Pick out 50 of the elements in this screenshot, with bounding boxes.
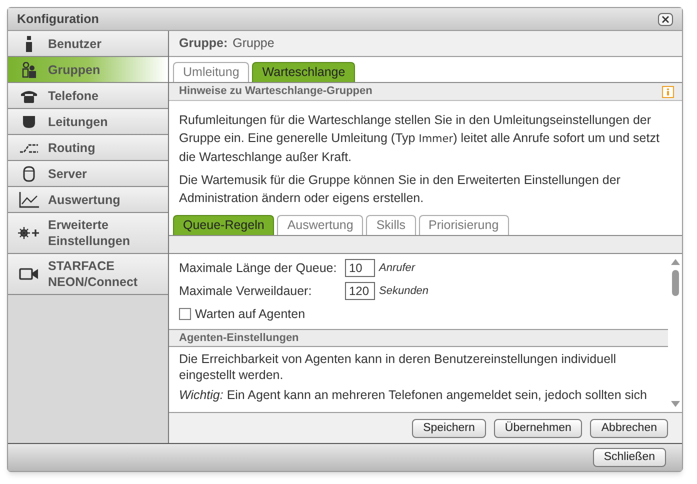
button[interactable]: Übernehmen (494, 418, 582, 438)
agent-paragraph: Die Erreichbarkeit von Agenten kann in deren Benutzereinstellungen individuell eingestellt werden. (179, 350, 618, 383)
sidebar-item[interactable]: Server (8, 161, 168, 187)
scrollbar-thumb[interactable] (672, 270, 678, 296)
tab[interactable]: Umleitung (173, 62, 250, 82)
checkbox-label: Warten auf Agenten (195, 306, 306, 323)
group-name: Gruppe (232, 35, 274, 52)
camera-icon (19, 267, 39, 281)
unit-label: Anrufer (379, 260, 416, 276)
button[interactable]: Schließen (592, 448, 666, 467)
chart-icon (19, 192, 39, 208)
close-button[interactable] (658, 12, 673, 26)
sidebar-item[interactable]: Gruppen (8, 57, 168, 83)
sidebar-item[interactable]: Auswertung (8, 187, 168, 213)
plug-icon (22, 114, 36, 128)
sidebar-item[interactable]: Leitungen (8, 109, 168, 135)
info-icon[interactable] (662, 86, 674, 98)
tab[interactable]: Auswertung (277, 215, 364, 235)
tab[interactable]: Queue-Regeln (173, 215, 274, 235)
scroll-up-icon[interactable] (670, 259, 680, 265)
routing-icon (19, 142, 39, 154)
checkbox[interactable] (179, 308, 191, 320)
tab[interactable]: Skills (366, 215, 416, 235)
sidebar-item[interactable]: Routing (8, 135, 168, 161)
info-paragraph: Die Wartemusik für die Gruppe können Sie in den Erweiterten Einstellungen der Administration ändern oder eigens erstellen. (179, 172, 622, 207)
window-title: Konfiguration (17, 10, 99, 28)
sidebar-item[interactable]: STARFACE NEON/Connect (8, 254, 168, 295)
info-paragraph: Rufumleitungen für die Warteschlange stellen Sie in den Umleitungseinstellungen der Gruppe ein. Eine generelle Umleitung (Typ Immer) leitet alle Anrufe sofort um und setzt die Warteschlange außer Kraft. (179, 112, 660, 166)
gear-plus-icon (18, 226, 40, 240)
tab[interactable]: Priorisierung (418, 215, 509, 235)
section-title: Hinweise zu Warteschlange-Gruppen (179, 84, 372, 100)
sidebar-item[interactable]: Erweiterte Einstellungen (8, 213, 168, 254)
button[interactable]: Speichern (412, 418, 486, 438)
group-icon (21, 62, 37, 78)
input-field[interactable]: 10 (345, 259, 375, 277)
scroll-down-icon[interactable] (670, 401, 680, 407)
group-label: Gruppe: (179, 35, 228, 52)
input-field[interactable]: 120 (345, 282, 375, 300)
close-icon (662, 16, 669, 22)
agent-paragraph: Wichtig: Ein Agent kann an mehreren Telefonen angemeldet sein, jedoch sollten sich (179, 386, 648, 403)
cylinder-icon (23, 166, 35, 182)
button[interactable]: Abbrechen (590, 418, 668, 438)
tab[interactable]: Warteschlange (252, 62, 356, 82)
unit-label: Sekunden (379, 284, 429, 299)
phone-icon (20, 88, 38, 102)
field-label: Maximale Verweildauer: (179, 282, 313, 300)
sidebar-item[interactable]: Benutzer (8, 31, 168, 57)
section-title: Agenten-Einstellungen (179, 330, 299, 346)
field-label: Maximale Länge der Queue: (179, 260, 338, 277)
sidebar-item[interactable]: Telefone (8, 83, 168, 109)
